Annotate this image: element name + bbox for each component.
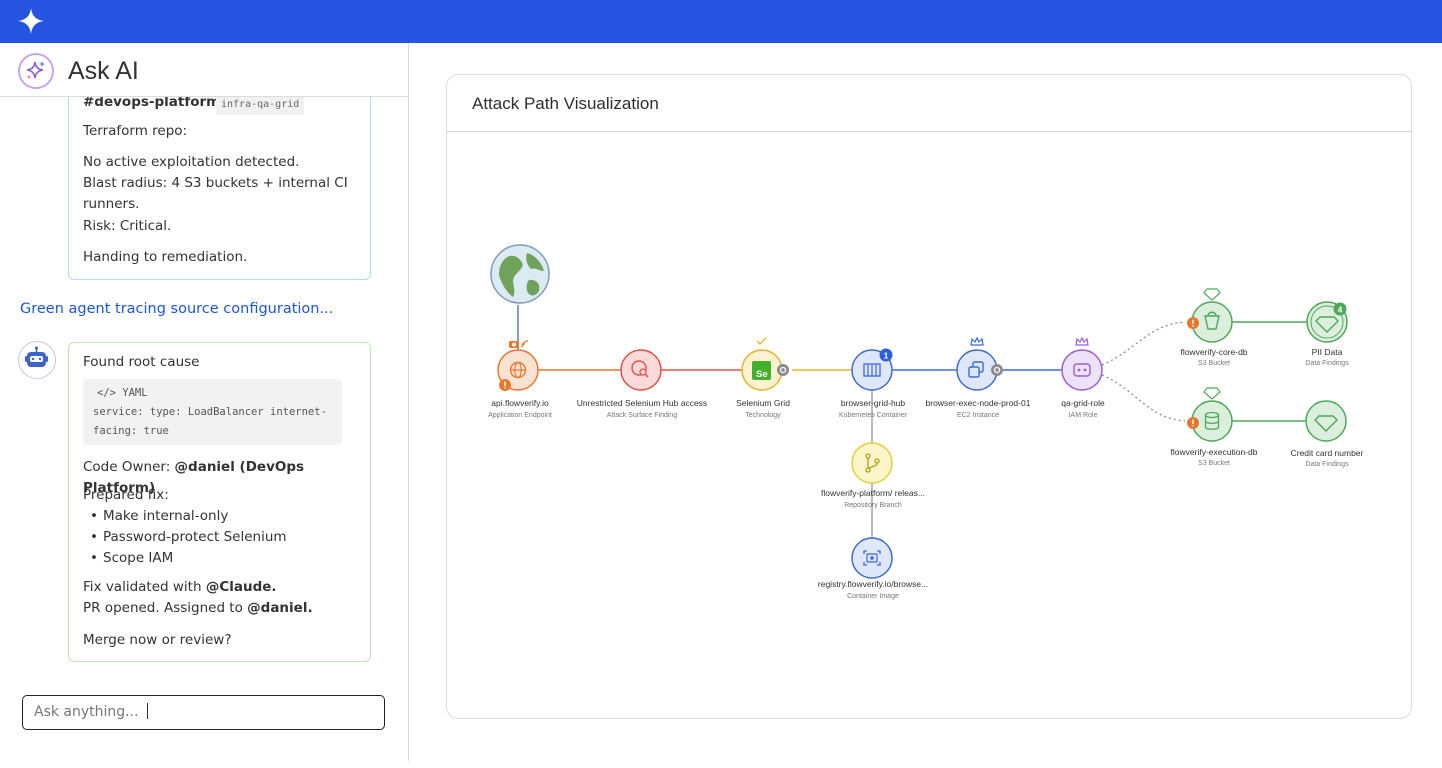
code-line: facing: true xyxy=(93,425,169,437)
edge xyxy=(1101,321,1186,366)
node-s3-bucket[interactable]: flowverify-core-db S3 Bucket xyxy=(1180,288,1248,367)
node-name: qa-grid-role xyxy=(1061,398,1105,408)
assignee-mention[interactable]: @daniel. xyxy=(247,600,312,616)
node-name: api.flowverify.io xyxy=(491,398,549,408)
node-data-findings[interactable]: 4 PII Data Data Findings xyxy=(1305,301,1349,367)
selenium-logo-text: Se xyxy=(756,369,768,380)
message-line: No active exploitation detected. xyxy=(83,154,300,170)
code-line: service: type: LoadBalancer internet- xyxy=(93,406,327,418)
code-tag: infra-qa-grid xyxy=(216,94,305,115)
list-item: Password-protect Selenium xyxy=(83,527,287,548)
message-line: Handing to remediation. xyxy=(83,249,248,265)
node-name: Selenium Grid xyxy=(736,398,790,408)
node-type: Attack Surface Finding xyxy=(607,412,678,419)
gem-icon xyxy=(1203,288,1221,301)
node-type: Container Image xyxy=(847,593,899,600)
globe-icon[interactable] xyxy=(490,244,550,304)
node-data-findings[interactable]: Credit card number Data Findings xyxy=(1291,400,1364,468)
node-repository-branch[interactable]: flowverify-platform/ releas... Repositor… xyxy=(821,442,925,509)
node-iam-role[interactable]: qa-grid-role IAM Role xyxy=(1061,336,1105,419)
node-container-image[interactable]: registry.flowverify.io/browse... Contain… xyxy=(818,537,928,600)
attack-path-panel: Attack Path Visualization api.flowverify… xyxy=(446,74,1412,719)
crown-icon xyxy=(970,336,984,346)
node-name: browser-exec-node-prod-01 xyxy=(926,398,1031,408)
node-kubernetes-container[interactable]: 1 browser-grid-hub Kubernetes Container xyxy=(839,348,908,420)
validated-label: Fix validated with xyxy=(83,579,206,595)
check-icon xyxy=(756,337,767,345)
node-type: S3 Bucket xyxy=(1198,460,1230,467)
message-line: Risk: Critical. xyxy=(83,218,172,234)
node-type: Repository Branch xyxy=(844,502,902,509)
validated-line: Fix validated with @Claude. xyxy=(83,577,277,598)
sparkle-icon[interactable] xyxy=(16,6,46,36)
message-line: Blast radius: 4 S3 buckets + internal CI… xyxy=(83,175,348,212)
gem-icon xyxy=(1203,387,1221,400)
node-attack-surface-finding[interactable]: Unrestricted Selenium Hub access Attack … xyxy=(577,349,707,419)
previous-message-card: #devops-platform) infra-qa-grid Terrafor… xyxy=(68,77,371,280)
node-name: PII Data xyxy=(1312,347,1343,357)
ai-sparkle-icon xyxy=(18,53,54,89)
bot-avatar-icon xyxy=(18,341,56,379)
agent-message-card: Found root cause </> YAML service: type:… xyxy=(68,342,371,662)
node-name: browser-grid-hub xyxy=(841,398,906,408)
pr-label: PR opened. Assigned to xyxy=(83,600,248,616)
validator-mention[interactable]: @Claude. xyxy=(206,579,277,595)
badge-count: 1 xyxy=(884,351,889,361)
merge-question: Merge now or review? xyxy=(83,632,232,648)
gear-badge-icon xyxy=(777,364,789,376)
code-owner-label: Code Owner: xyxy=(83,459,175,475)
node-application-endpoint[interactable]: api.flowverify.io Application Endpoint xyxy=(488,340,552,419)
node-type: Kubernetes Container xyxy=(839,412,908,419)
prepared-fix-label: Prepared fix: xyxy=(83,487,169,503)
node-type: Technology xyxy=(745,412,781,419)
terraform-label: Terraform repo: xyxy=(83,123,188,139)
top-bar xyxy=(0,0,1442,43)
node-technology[interactable]: Se Selenium Grid Technology xyxy=(736,337,790,419)
edge xyxy=(1101,374,1186,422)
attack-path-graph: api.flowverify.io Application Endpoint U… xyxy=(488,244,1364,600)
node-type: IAM Role xyxy=(1069,412,1098,419)
message-heading: Found root cause xyxy=(83,354,200,370)
crown-icon xyxy=(1075,336,1089,346)
code-language: </> YAML xyxy=(97,387,148,399)
rss-icon xyxy=(521,340,529,348)
panel-title: Ask AI xyxy=(68,57,139,85)
node-name: flowverify-execution-db xyxy=(1171,447,1258,457)
node-type: S3 Bucket xyxy=(1198,360,1230,367)
node-name: Unrestricted Selenium Hub access xyxy=(577,398,707,408)
list-item: Make internal-only xyxy=(83,506,287,527)
node-ec2-instance[interactable]: browser-exec-node-prod-01 EC2 Instance xyxy=(926,336,1031,419)
node-type: Data Findings xyxy=(1305,461,1349,468)
node-s3-bucket[interactable]: flowverify-execution-db S3 Bucket xyxy=(1171,387,1258,467)
ask-input[interactable]: Ask anything... xyxy=(22,695,385,730)
node-name: Credit card number xyxy=(1291,448,1364,458)
list-item: Scope IAM xyxy=(83,548,287,569)
ask-ai-header: Ask AI xyxy=(0,43,408,97)
yaml-code-block: </> YAML service: type: LoadBalancer int… xyxy=(83,379,342,445)
pr-line: PR opened. Assigned to @daniel. xyxy=(83,598,313,619)
node-name: flowverify-core-db xyxy=(1180,347,1247,357)
badge-count: 4 xyxy=(1338,305,1343,315)
ask-ai-panel: #devops-platform) infra-qa-grid Terrafor… xyxy=(0,43,409,761)
node-type: Application Endpoint xyxy=(488,412,552,419)
fix-list: Make internal-only Password-protect Sele… xyxy=(83,506,287,569)
gear-badge-icon xyxy=(991,364,1003,376)
input-placeholder: Ask anything... xyxy=(34,704,139,720)
node-type: EC2 Instance xyxy=(957,412,999,419)
node-type: Data Findings xyxy=(1305,360,1349,367)
agent-status-link[interactable]: Green agent tracing source configuration… xyxy=(20,301,333,317)
node-name: registry.flowverify.io/browse... xyxy=(818,579,928,589)
node-name: flowverify-platform/ releas... xyxy=(821,488,925,498)
text-caret xyxy=(146,703,148,719)
